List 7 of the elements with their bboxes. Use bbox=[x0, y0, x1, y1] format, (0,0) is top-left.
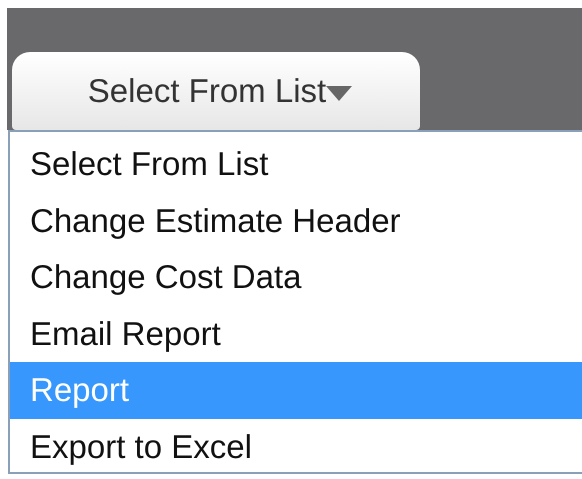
caret-icon bbox=[326, 86, 352, 102]
select-dropdown[interactable]: Select From List bbox=[12, 52, 420, 130]
dropdown-option[interactable]: Change Cost Data bbox=[10, 249, 582, 306]
dropdown-option[interactable]: Export to Excel bbox=[10, 418, 582, 475]
dropdown-option[interactable]: Select From List bbox=[10, 136, 582, 192]
dropdown-option[interactable]: Email Report bbox=[10, 306, 582, 362]
dropdown-option[interactable]: Change Estimate Header bbox=[10, 192, 582, 249]
